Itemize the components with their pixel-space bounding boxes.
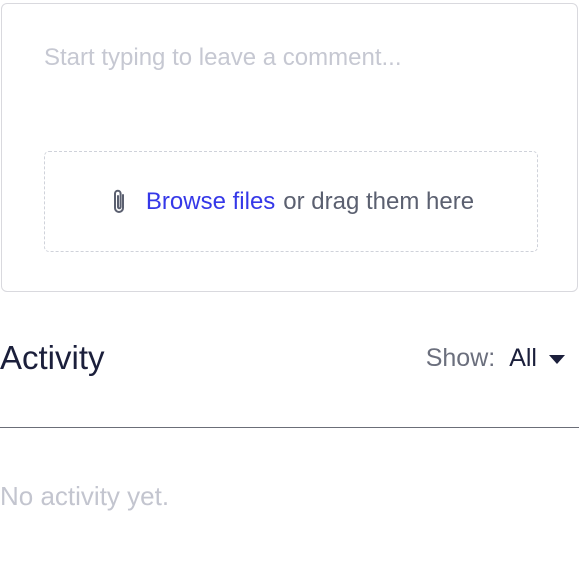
activity-divider (0, 427, 579, 428)
drag-hint-text: or drag them here (283, 187, 475, 215)
activity-filter: Show: All (426, 344, 565, 373)
browse-files-link[interactable]: Browse files (146, 188, 275, 216)
comment-input[interactable] (44, 44, 544, 72)
file-dropzone[interactable]: Browse files or drag them here (44, 151, 538, 252)
caret-down-icon (549, 355, 565, 364)
show-filter-value: All (509, 344, 537, 372)
activity-empty-state: No activity yet. (0, 481, 170, 511)
activity-heading: Activity (0, 339, 105, 376)
show-filter-dropdown[interactable]: All (509, 344, 565, 373)
paperclip-icon (108, 187, 130, 217)
comment-box[interactable]: Browse files or drag them here (1, 3, 578, 292)
show-filter-label: Show: (425, 344, 496, 372)
comment-activity-panel: Browse files or drag them here Activity … (0, 0, 579, 584)
